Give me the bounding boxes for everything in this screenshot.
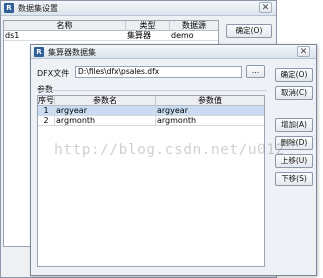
esproc-dataset-dialog: R 集算器数据集 ✕ DFX文件 D:\files\dfx\psales.dfx… <box>30 44 317 276</box>
outer-title-bar: R 数据集设置 ✕ <box>1 1 276 16</box>
column-header-index[interactable]: 序号 <box>38 96 55 106</box>
column-header-datasource[interactable]: 数据源 <box>170 21 218 31</box>
dfx-file-label: DFX文件 <box>37 69 70 78</box>
table-row[interactable]: ds1 集算器 demo <box>4 31 218 41</box>
table-row[interactable]: 2 argmonth argmonth <box>38 116 264 126</box>
dialog-title: 集算器数据集 <box>48 48 96 57</box>
table-row[interactable]: 1 argyear argyear <box>38 106 264 116</box>
column-header-param-name[interactable]: 参数名 <box>55 96 156 106</box>
inner-title-bar: R 集算器数据集 ✕ <box>31 45 316 59</box>
param-value-cell[interactable]: argmonth <box>156 116 264 126</box>
param-name-cell[interactable]: argyear <box>55 106 156 116</box>
params-table[interactable]: 序号 参数名 参数值 1 argyear argyear 2 argmonth … <box>37 95 265 267</box>
param-index-cell[interactable]: 1 <box>38 106 55 116</box>
param-value-cell[interactable]: argyear <box>156 106 264 116</box>
dataset-source-cell[interactable]: demo <box>170 31 218 41</box>
add-param-button[interactable]: 增加(A) <box>275 118 313 132</box>
param-index-cell[interactable]: 2 <box>38 116 55 126</box>
dfx-file-input[interactable]: D:\files\dfx\psales.dfx <box>75 66 242 78</box>
dataset-table-header: 名称 类型 数据源 <box>4 21 218 31</box>
delete-param-button[interactable]: 删除(D) <box>275 136 313 150</box>
browse-button[interactable]: ... <box>246 65 265 78</box>
move-down-button[interactable]: 下移(S) <box>275 172 313 186</box>
param-name-cell[interactable]: argmonth <box>55 116 156 126</box>
column-header-type[interactable]: 类型 <box>126 21 170 31</box>
outer-close-icon[interactable]: ✕ <box>259 2 272 13</box>
params-divider <box>37 90 267 91</box>
dialog-close-icon[interactable]: ✕ <box>297 46 310 57</box>
column-header-name[interactable]: 名称 <box>4 21 126 31</box>
dialog-ok-button[interactable]: 确定(O) <box>275 68 313 82</box>
dialog-logo-icon: R <box>34 47 44 57</box>
outer-window-title: 数据集设置 <box>18 4 58 13</box>
app-logo-icon: R <box>4 3 14 13</box>
params-table-header: 序号 参数名 参数值 <box>38 96 264 106</box>
dialog-cancel-button[interactable]: 取消(C) <box>275 86 313 100</box>
dataset-name-cell[interactable]: ds1 <box>4 31 126 41</box>
outer-ok-button[interactable]: 确定(O) <box>226 24 272 38</box>
move-up-button[interactable]: 上移(U) <box>275 154 313 168</box>
dataset-type-cell[interactable]: 集算器 <box>126 31 170 41</box>
column-header-param-value[interactable]: 参数值 <box>156 96 264 106</box>
